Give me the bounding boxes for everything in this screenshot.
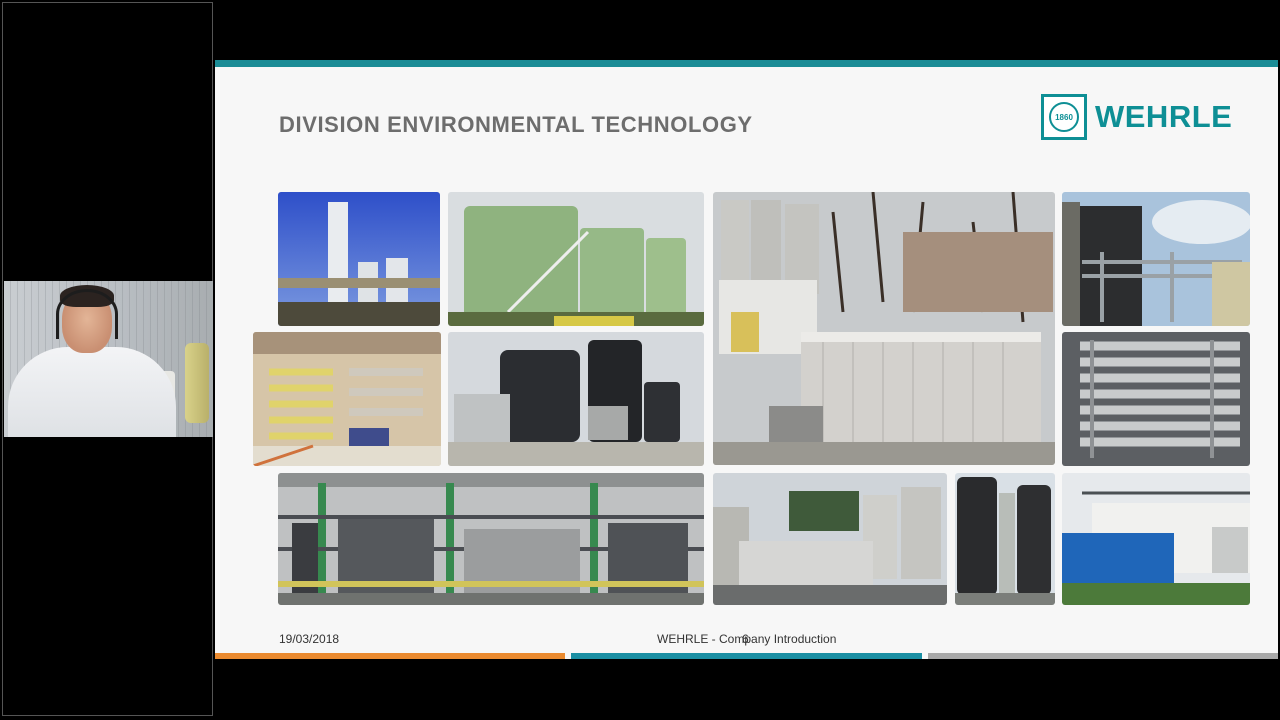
wehrle-logo: 1860 WEHRLE: [1041, 94, 1232, 140]
logo-badge-icon: 1860: [1041, 94, 1087, 140]
steel-frame-plant-photo: [278, 473, 704, 605]
bottom-bar-teal: [571, 653, 922, 659]
logo-year: 1860: [1049, 102, 1079, 132]
membrane-rack-photo: [1062, 332, 1250, 466]
bottom-bar-orange: [215, 653, 566, 659]
black-columns-photo: [955, 473, 1055, 605]
presenter-webcam: [4, 281, 213, 437]
page-number: 6: [742, 632, 749, 646]
footer-date: 19/03/2018: [279, 632, 340, 646]
presentation-slide: DIVISION ENVIRONMENTAL TECHNOLOGY 1860 W…: [215, 60, 1278, 659]
slide-title: DIVISION ENVIRONMENTAL TECHNOLOGY: [279, 112, 753, 137]
slide-bottom-bars: [215, 653, 1278, 659]
silver-silos-photo: [713, 473, 947, 605]
dark-tanks-photo: [1062, 192, 1250, 326]
white-towers-photo: [278, 192, 440, 326]
bottom-bar-gray: [927, 653, 1278, 659]
black-tanks-photo: [448, 332, 704, 466]
green-tanks-photo: [448, 192, 704, 326]
pipe-hall-photo: [253, 332, 441, 466]
logo-wordmark: WEHRLE: [1095, 99, 1233, 134]
blue-container-photo: [1062, 473, 1250, 605]
slide-top-bar: [215, 60, 1278, 67]
container-plant-photo: [713, 192, 1055, 465]
